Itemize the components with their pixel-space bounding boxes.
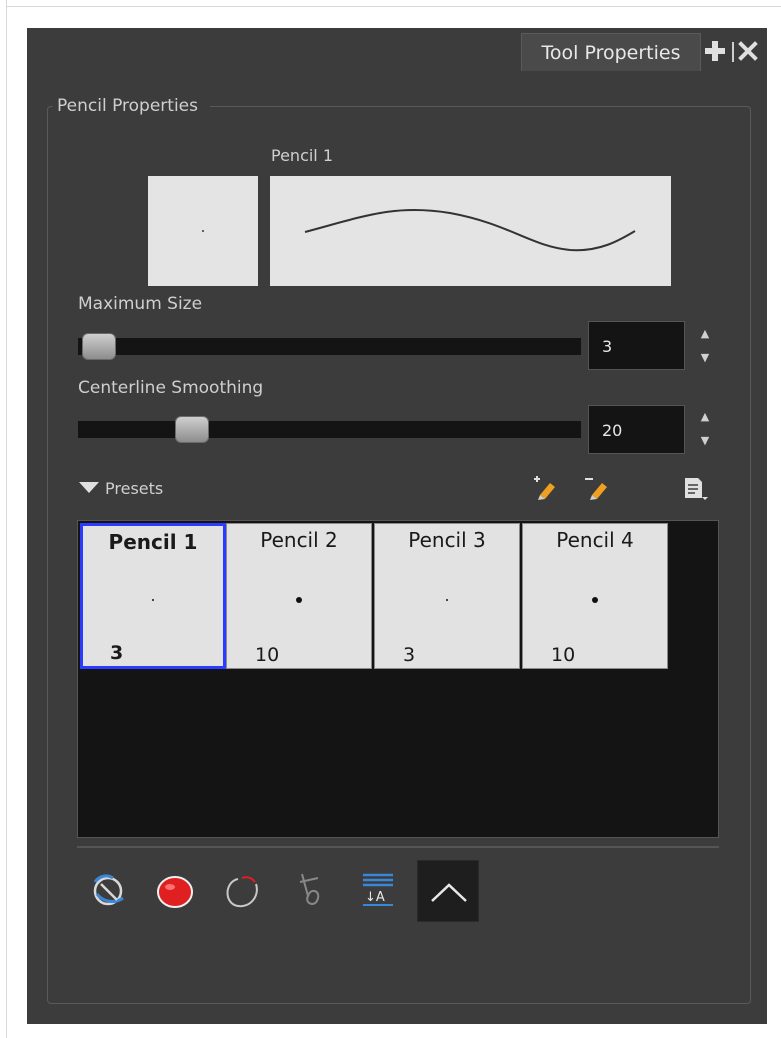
centerline-smoothing-decrement-arrow[interactable]: ▼ [697,434,713,448]
stroke-tip-icon [299,873,320,905]
preset-pencil-2[interactable]: Pencil 2 10 [226,523,372,669]
svg-text:↓A: ↓A [365,890,385,905]
text-stroke-order-icon: ↓A [363,873,393,906]
tip-dot [202,230,204,232]
preset-size: 3 [403,644,416,666]
presets-list[interactable]: Pencil 1 3 Pencil 2 10 Pencil 3 3 Pencil… [77,520,719,838]
centerline-smoothing-field[interactable]: 20 [588,405,685,454]
preset-pencil-3[interactable]: Pencil 3 3 [374,523,520,669]
preset-size: 3 [110,642,124,664]
group-title: Pencil Properties [53,96,210,116]
centerline-smoothing-slider[interactable] [78,416,581,443]
auto-flatten-icon [93,874,124,906]
max-size-increment-arrow[interactable]: ▲ [697,327,713,341]
toolbar-divider [77,846,719,848]
preset-tip-dot [152,599,154,601]
preset-tip-dot [592,597,598,603]
auto-create-color-art-icon [157,876,193,908]
presets-menu-icon[interactable] [682,475,710,503]
preset-name: Pencil 2 [260,528,338,552]
max-size-label: Maximum Size [78,294,203,314]
stroke-preview [270,176,671,286]
auto-flatten-button[interactable] [79,860,141,922]
tab-tool-properties[interactable]: Tool Properties [521,33,701,71]
preset-size: 10 [255,644,280,666]
preset-name: Pencil 1 [108,530,198,554]
presets-label: Presets [105,479,164,498]
preset-tip-dot [446,599,448,601]
preset-size: 10 [551,644,576,666]
brush-preview-name: Pencil 1 [271,146,334,165]
tab-separator [732,42,734,62]
auto-create-color-art-button[interactable] [145,860,207,922]
centerline-smoothing-increment-arrow[interactable]: ▲ [697,410,713,424]
preset-tip-dot [296,597,302,603]
stroke-preview-curve [304,208,636,252]
auto-close-gap-icon [226,876,258,908]
tool-properties-panel: Tool Properties Pencil Properties Pencil… [27,28,767,1024]
page-left-border [6,0,7,1038]
delete-preset-icon[interactable] [582,475,610,503]
stroke-tip-button[interactable] [278,860,340,922]
max-size-field[interactable]: 3 [588,321,685,370]
preset-pencil-4[interactable]: Pencil 4 10 [522,523,668,669]
tip-size-preview [148,176,258,286]
auto-close-gap-button[interactable] [212,860,274,922]
text-stroke-order-button[interactable]: ↓A [345,860,407,922]
pencil-tip-shape-button[interactable] [417,860,479,922]
preset-name: Pencil 4 [556,528,634,552]
preset-pencil-1[interactable]: Pencil 1 3 [80,523,226,669]
pencil-tip-shape-icon [431,883,467,902]
preset-name: Pencil 3 [408,528,486,552]
close-icon[interactable] [738,41,758,61]
collapse-triangle-icon [79,482,99,493]
max-size-slider[interactable] [78,333,581,360]
new-preset-icon[interactable] [530,475,558,503]
max-size-decrement-arrow[interactable]: ▼ [697,351,713,365]
presets-toggle[interactable]: Presets [79,479,163,498]
page-top-border [6,6,781,7]
add-view-icon[interactable] [704,40,726,62]
max-size-slider-thumb[interactable] [82,333,116,360]
centerline-smoothing-slider-thumb[interactable] [175,416,209,443]
centerline-smoothing-label: Centerline Smoothing [78,378,264,398]
